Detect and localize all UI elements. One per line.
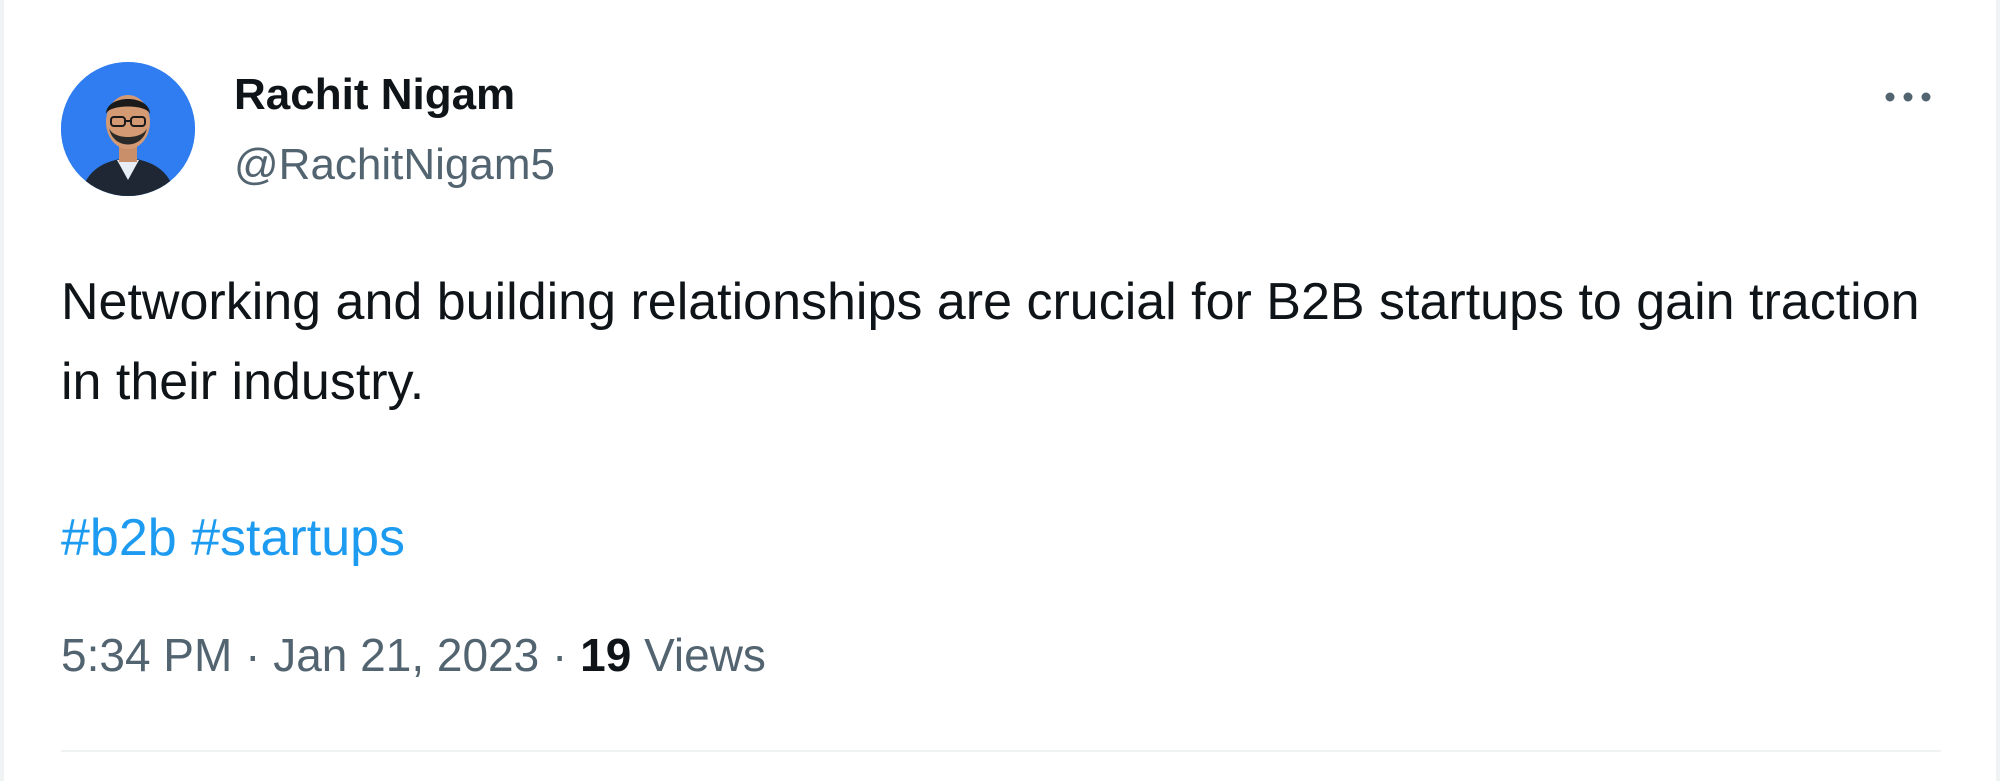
tweet-time[interactable]: 5:34 PM: [61, 629, 232, 681]
user-avatar-icon: [61, 62, 195, 196]
meta-separator: ·: [245, 629, 261, 681]
hashtag-startups[interactable]: #startups: [191, 509, 405, 567]
more-options-button[interactable]: [1876, 72, 1946, 122]
tweet-date[interactable]: Jan 21, 2023: [273, 629, 539, 681]
hashtag-b2b[interactable]: #b2b: [61, 509, 177, 567]
meta-separator: ·: [552, 629, 568, 681]
views-count[interactable]: 19: [580, 629, 631, 681]
tweet-meta: 5:34 PM · Jan 21, 2023 · 19 Views: [61, 628, 766, 682]
author-avatar[interactable]: [61, 62, 195, 196]
author-handle[interactable]: @RachitNigam5: [234, 140, 555, 190]
views-label[interactable]: Views: [644, 629, 766, 681]
tweet-text: Networking and building relationships ar…: [61, 273, 1920, 411]
author-display-name[interactable]: Rachit Nigam: [234, 70, 515, 120]
tweet-hashtags: #b2b #startups: [61, 498, 405, 578]
more-horizontal-icon: [1885, 92, 1931, 102]
divider: [61, 750, 1941, 752]
tweet-card: Rachit Nigam @RachitNigam5 Networking an…: [0, 0, 2000, 781]
